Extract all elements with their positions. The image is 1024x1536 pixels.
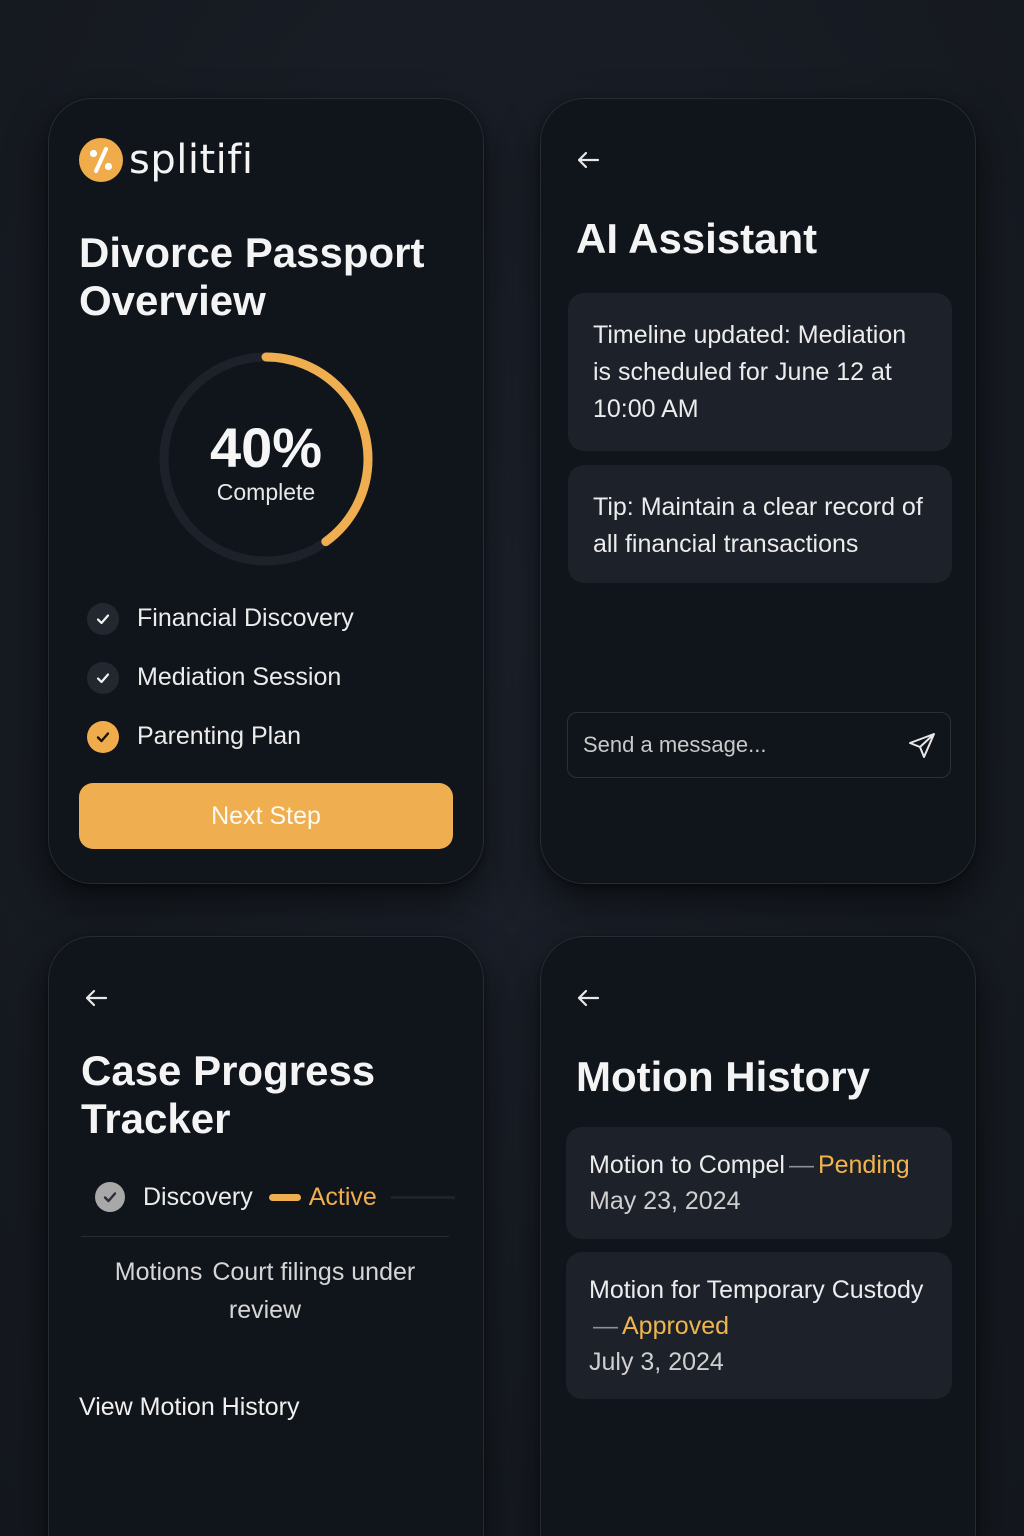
motion-history-card: Motion History Motion to Compel — Pending … [540, 936, 976, 1536]
description-key: Motions [114, 1258, 203, 1286]
list-item[interactable]: Motion for Temporary Custody — Approved Ju… [566, 1252, 952, 1399]
progress-percent: 40% [209, 416, 323, 479]
description-text: Court filings under review [212, 1258, 416, 1324]
brand: splitifi [79, 137, 253, 183]
page-title: Motion History [576, 1053, 870, 1100]
send-icon[interactable] [894, 717, 950, 773]
stage-description: Motions Court filings under review [81, 1253, 449, 1329]
message-composer [567, 712, 951, 778]
page-title: Case Progress Tracker [81, 1047, 376, 1142]
motion-name: Motion to Compel [589, 1151, 785, 1179]
separator: — [788, 1151, 814, 1179]
list-item[interactable]: Mediation Session [87, 648, 354, 707]
stage-label: Discovery [143, 1182, 253, 1211]
percent-logo-icon [79, 138, 123, 182]
status-indicator [268, 1193, 301, 1201]
arrow-left-icon[interactable] [573, 145, 603, 175]
passport-overview-card: splitifi Divorce Passport Overview 40% C… [48, 98, 484, 884]
page-title: Divorce Passport Overview [79, 229, 425, 324]
next-step-button[interactable]: Next Step [79, 783, 453, 849]
motion-date: July 3, 2024 [589, 1348, 724, 1376]
message-bubble: Tip: Maintain a clear record of all fina… [568, 465, 952, 583]
brand-name: splitifi [129, 137, 254, 183]
ai-assistant-card: AI Assistant Timeline updated: Mediation… [540, 98, 976, 884]
status-badge: Pending [817, 1151, 910, 1179]
list-item[interactable]: Parenting Plan [87, 707, 354, 766]
arrow-left-icon[interactable] [81, 983, 111, 1013]
divider [81, 1236, 449, 1237]
step-label: Financial Discovery [137, 604, 354, 632]
progress-ring: 40% Complete [156, 349, 376, 569]
arrow-left-icon[interactable] [573, 983, 603, 1013]
check-icon [87, 661, 119, 694]
check-circle-icon [95, 1182, 125, 1212]
stage-row: Discovery Active [95, 1177, 455, 1217]
step-list: Financial Discovery Mediation Session Pa… [87, 589, 354, 766]
page-title: AI Assistant [576, 215, 818, 262]
separator: — [593, 1312, 618, 1340]
view-motion-history-link[interactable]: View Motion History [79, 1393, 299, 1422]
status-badge: Approved [622, 1312, 730, 1340]
progress-label: Complete [216, 479, 316, 505]
message-input[interactable] [583, 732, 894, 758]
check-icon [87, 602, 119, 635]
step-label: Parenting Plan [137, 722, 302, 750]
list-item[interactable]: Motion to Compel — Pending May 23, 2024 [566, 1127, 952, 1239]
step-label: Mediation Session [137, 663, 342, 691]
case-tracker-card: Case Progress Tracker Discovery Active M… [48, 936, 484, 1536]
list-item[interactable]: Financial Discovery [87, 589, 354, 648]
message-bubble: Timeline updated: Mediation is scheduled… [568, 293, 952, 451]
progress-track [390, 1195, 455, 1199]
motion-date: May 23, 2024 [589, 1187, 741, 1215]
check-icon [87, 720, 119, 753]
motion-name: Motion for Temporary Custody [589, 1276, 924, 1304]
status-badge: Active [308, 1182, 377, 1211]
page: splitifi Divorce Passport Overview 40% C… [0, 0, 1024, 1536]
